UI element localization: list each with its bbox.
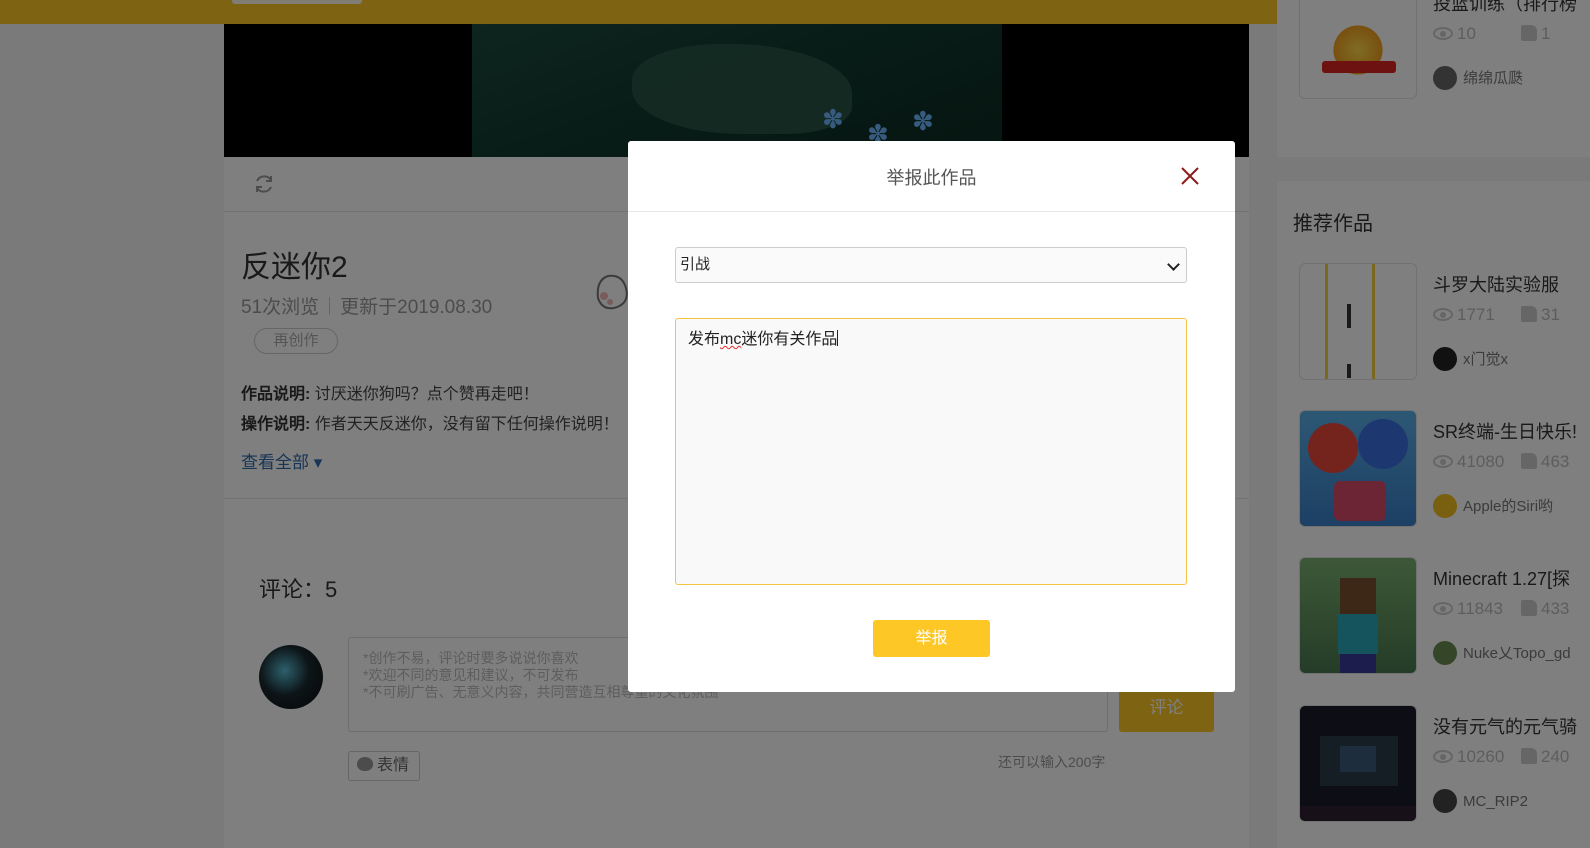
- report-text-input[interactable]: 发布mc迷你有关作品: [675, 318, 1187, 585]
- selected-reason: 引战: [680, 256, 711, 273]
- dialog-header: 举报此作品: [628, 141, 1235, 212]
- dialog-title: 举报此作品: [886, 168, 977, 188]
- chevron-down-icon: [1167, 258, 1180, 271]
- report-submit-button[interactable]: 举报: [873, 620, 990, 657]
- report-dialog: 举报此作品 引战 发布mc迷你有关作品 举报: [628, 141, 1235, 692]
- close-icon[interactable]: [1179, 165, 1201, 187]
- report-reason-select[interactable]: 引战: [675, 247, 1187, 283]
